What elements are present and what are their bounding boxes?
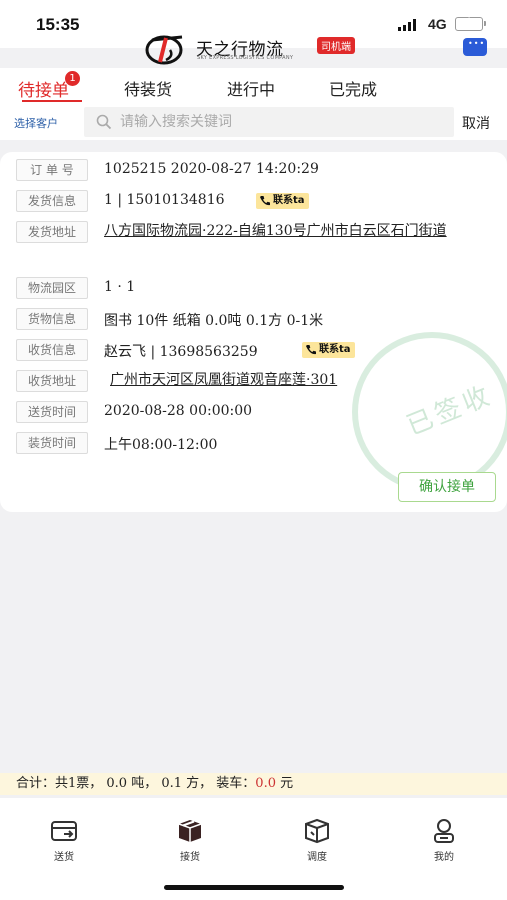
tab-completed[interactable]: 已完成 — [329, 76, 377, 100]
box-icon — [178, 820, 202, 842]
phone-icon — [260, 196, 270, 206]
search-icon — [96, 114, 112, 130]
contact-sender-label: 联系ta — [273, 195, 305, 206]
nav-deliver[interactable]: 送货 — [29, 818, 99, 863]
phone-icon — [306, 345, 316, 355]
tab-pending[interactable]: 待接单 1 — [18, 71, 80, 101]
receiver-address-label: 收货地址 — [16, 370, 88, 392]
cube-icon — [305, 818, 329, 844]
nav-dispatch-label: 调度 — [307, 852, 327, 863]
confirm-order-button[interactable]: 确认接单 — [398, 472, 496, 502]
truck-card-icon — [51, 821, 77, 841]
nav-dispatch[interactable]: 调度 — [282, 818, 352, 863]
delivery-time-value: 2020-08-28 00:00:00 — [104, 403, 253, 419]
nav-mine-label: 我的 — [434, 852, 454, 863]
summary-bar: 合计：共1票， 0.0 吨， 0.1 方， 装车：0.0 元 — [0, 773, 507, 795]
select-customer-button[interactable]: 选择客户 — [14, 115, 58, 131]
driver-badge: 司机端 — [317, 37, 355, 54]
summary-loaded-value: 0.0 — [255, 776, 276, 791]
goods-label: 货物信息 — [16, 308, 88, 330]
nav-receive[interactable]: 接货 — [155, 818, 225, 863]
search-box[interactable] — [84, 107, 454, 137]
loading-time-label: 装货时间 — [16, 432, 88, 454]
delivery-time-label: 送货时间 — [16, 401, 88, 423]
contact-receiver-button[interactable]: 联系ta — [302, 342, 355, 358]
park-value: 1 · 1 — [104, 279, 136, 295]
summary-prefix: 合计：共1票， 0.0 吨， 0.1 方， 装车： — [16, 776, 256, 791]
contact-receiver-label: 联系ta — [319, 344, 351, 355]
sender-address-label: 发货地址 — [16, 221, 88, 243]
goods-value: 图书 10件 纸箱 0.0吨 0.1方 0-1米 — [104, 313, 324, 329]
nav-mine[interactable]: 我的 — [409, 818, 479, 863]
search-input[interactable] — [120, 107, 440, 137]
tab-to-load[interactable]: 待装货 — [124, 76, 172, 100]
logo-subtitle: SKY EXPRESS LOGISTICS COMPANY — [197, 55, 294, 61]
app-header: 天之行物流 SKY EXPRESS LOGISTICS COMPANY 司机端 — [0, 28, 507, 68]
user-icon — [434, 819, 454, 843]
sender-address-link[interactable]: 八方国际物流园·222-自编130号广州市白云区石门街道 — [104, 221, 494, 242]
order-id-value: 1025215 2020-08-27 14:20:29 — [104, 161, 319, 177]
sender-info-value: 1 | 15010134816 — [104, 192, 225, 208]
nav-deliver-label: 送货 — [54, 852, 74, 863]
message-icon[interactable] — [463, 38, 487, 56]
sender-info-label: 发货信息 — [16, 190, 88, 212]
receiver-info-value: 赵云飞 | 13698563259 — [104, 344, 258, 360]
contact-sender-button[interactable]: 联系ta — [256, 193, 309, 209]
tab-pending-label: 待接单 — [18, 81, 69, 101]
park-label: 物流园区 — [16, 277, 88, 299]
home-indicator[interactable] — [164, 885, 344, 890]
tab-active-underline — [22, 100, 82, 102]
order-id-label: 订 单 号 — [16, 159, 88, 181]
cancel-button[interactable]: 取消 — [462, 113, 490, 133]
tab-in-progress[interactable]: 进行中 — [227, 76, 275, 100]
nav-receive-label: 接货 — [180, 852, 200, 863]
summary-suffix: 元 — [275, 776, 294, 791]
receiver-address-link[interactable]: 广州市天河区凤凰街道观音座莲·301 — [110, 370, 500, 391]
search-bar: 选择客户 取消 — [0, 104, 507, 140]
loading-time-value: 上午08:00-12:00 — [104, 437, 218, 453]
logo-icon — [145, 35, 183, 65]
receiver-info-label: 收货信息 — [16, 339, 88, 361]
tab-pending-badge: 1 — [65, 71, 80, 86]
